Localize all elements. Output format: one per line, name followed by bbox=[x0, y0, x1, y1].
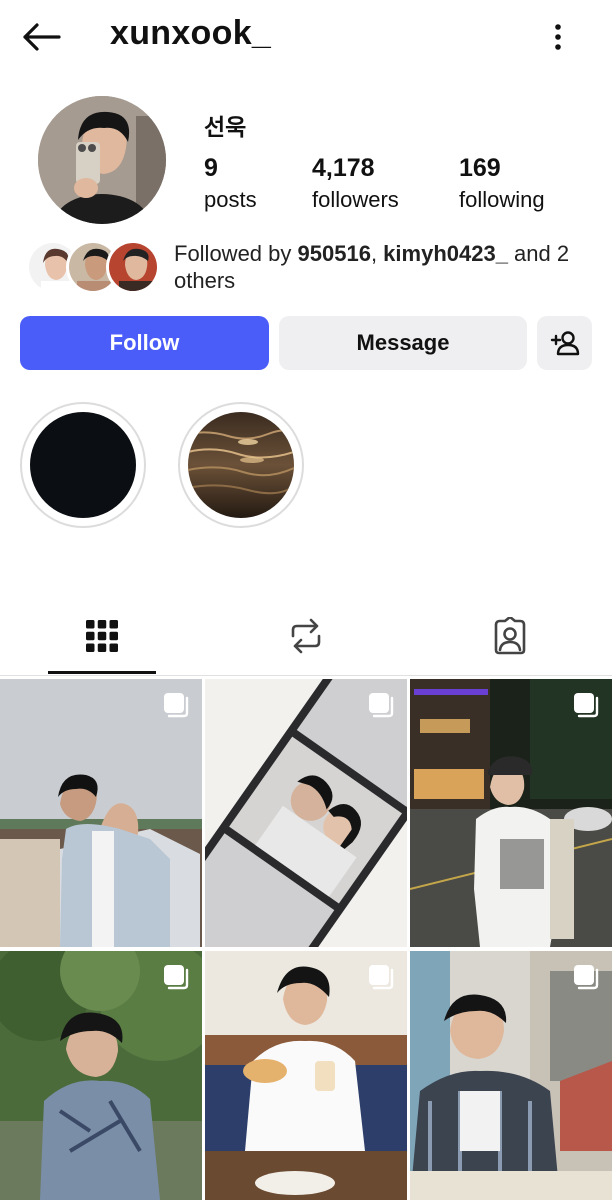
follow-button[interactable]: Follow bbox=[20, 316, 269, 370]
post-thumbnail[interactable] bbox=[0, 679, 202, 947]
multiple-photos-icon bbox=[574, 965, 599, 990]
grid-icon bbox=[86, 620, 118, 652]
display-name: 선욱 bbox=[204, 114, 247, 140]
mutual-user-1[interactable]: 950516 bbox=[298, 241, 371, 266]
multiple-photos-icon bbox=[574, 693, 599, 718]
tab-posts[interactable] bbox=[0, 596, 204, 676]
suggest-user-button[interactable] bbox=[537, 316, 592, 370]
post-thumbnail[interactable] bbox=[410, 951, 612, 1200]
followed-by-text[interactable]: Followed by 950516, kimyh0423_ and 2 oth… bbox=[174, 240, 594, 294]
mutual-avatar bbox=[106, 240, 160, 294]
followed-by-prefix: Followed by bbox=[174, 241, 298, 266]
tab-reposts[interactable] bbox=[204, 596, 408, 676]
avatar-photo bbox=[38, 96, 166, 224]
active-tab-indicator bbox=[48, 671, 156, 674]
profile-tabs bbox=[0, 596, 612, 676]
story-highlight[interactable] bbox=[20, 402, 146, 528]
mutual-user-2[interactable]: kimyh0423_ bbox=[383, 241, 508, 266]
profile-avatar[interactable] bbox=[38, 96, 166, 224]
highlight-cover-dark bbox=[30, 412, 136, 518]
story-highlight[interactable] bbox=[178, 402, 304, 528]
posts-count: 9 bbox=[204, 154, 218, 182]
posts-label: posts bbox=[204, 187, 257, 212]
following-label: following bbox=[459, 187, 545, 212]
following-count: 169 bbox=[459, 154, 501, 182]
multiple-photos-icon bbox=[369, 693, 394, 718]
person-add-icon bbox=[550, 331, 579, 356]
arrow-left-icon bbox=[23, 23, 61, 51]
post-thumbnail[interactable] bbox=[205, 951, 407, 1200]
followers-label: followers bbox=[312, 187, 399, 212]
stat-following[interactable]: 169 following bbox=[459, 154, 545, 213]
repost-icon bbox=[291, 618, 321, 654]
more-options-button[interactable] bbox=[540, 16, 576, 58]
multiple-photos-icon bbox=[369, 965, 394, 990]
mutual-followers-avatars[interactable] bbox=[26, 240, 160, 294]
followers-count: 4,178 bbox=[312, 154, 375, 182]
tab-tagged[interactable] bbox=[408, 596, 612, 676]
multiple-photos-icon bbox=[164, 965, 189, 990]
post-thumbnail[interactable] bbox=[0, 951, 202, 1200]
post-thumbnail[interactable] bbox=[205, 679, 407, 947]
tagged-icon bbox=[494, 617, 526, 655]
profile-username: xunxook_ bbox=[110, 14, 272, 52]
stat-followers[interactable]: 4,178 followers bbox=[312, 154, 399, 213]
stat-posts[interactable]: 9 posts bbox=[204, 154, 257, 213]
top-bar: xunxook_ bbox=[0, 0, 612, 80]
back-button[interactable] bbox=[18, 16, 64, 58]
followed-by-separator: , bbox=[370, 241, 384, 266]
message-button[interactable]: Message bbox=[279, 316, 527, 370]
multiple-photos-icon bbox=[164, 693, 189, 718]
more-vertical-icon bbox=[555, 24, 561, 50]
highlight-cover-water bbox=[188, 412, 294, 518]
post-thumbnail[interactable] bbox=[410, 679, 612, 947]
posts-grid bbox=[0, 679, 612, 1200]
